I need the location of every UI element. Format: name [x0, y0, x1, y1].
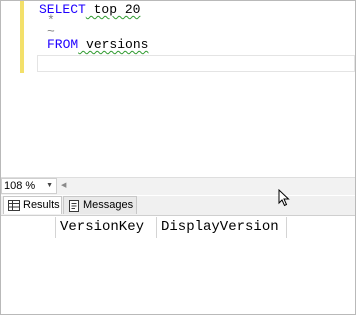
change-tracking-bar	[20, 1, 24, 73]
messages-icon	[69, 200, 79, 212]
row-number-header[interactable]	[5, 217, 56, 238]
tab-results-label: Results	[23, 199, 60, 211]
code-text: versions	[78, 37, 149, 52]
sql-editor[interactable]: SELECT top 20 * ~ FROM versions	[1, 1, 355, 176]
scroll-left-icon[interactable]: ◀	[61, 180, 66, 192]
column-header-displayversion[interactable]: DisplayVersion	[157, 217, 287, 238]
code-line-4[interactable]: FROM versions	[47, 36, 148, 53]
query-window: SELECT top 20 * ~ FROM versions 108 % ▼ …	[0, 0, 356, 315]
tab-results[interactable]: Results	[3, 196, 62, 214]
results-tabs: Results Messages	[1, 196, 355, 216]
grid-icon	[8, 200, 20, 211]
results-grid[interactable]: VersionKey DisplayVersion	[1, 216, 355, 314]
tab-messages-label: Messages	[83, 199, 134, 211]
mouse-cursor-icon	[278, 189, 290, 207]
keyword-from: FROM	[47, 37, 79, 52]
editor-margin	[1, 1, 17, 176]
zoom-dropdown[interactable]: 108 % ▼	[1, 178, 57, 194]
tab-messages[interactable]: Messages	[63, 196, 137, 214]
zoom-value: 108 %	[4, 180, 36, 192]
chevron-down-icon: ▼	[46, 182, 53, 189]
zoom-bar: 108 % ▼ ◀	[1, 177, 355, 195]
code-text: top 20	[85, 2, 141, 17]
column-header-versionkey[interactable]: VersionKey	[56, 217, 157, 238]
current-line-highlight	[37, 55, 355, 72]
